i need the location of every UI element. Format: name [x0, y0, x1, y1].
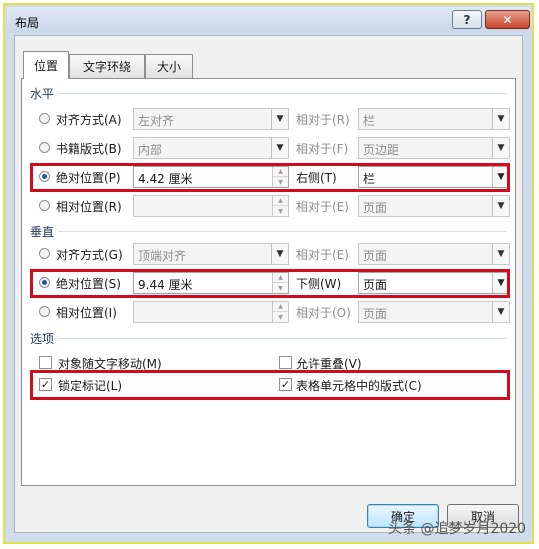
- vertical-alignment-relative-label: 相对于(E): [296, 248, 349, 262]
- vertical-alignment-value: 顶端对齐: [138, 249, 187, 263]
- vertical-alignment-row: 对齐方式(G) 顶端对齐 ▼ 相对于(E) 页面 ▼: [22, 242, 515, 266]
- spin-down-icon[interactable]: ▼: [273, 206, 288, 216]
- section-divider: [58, 231, 507, 232]
- horizontal-alignment-relative-select[interactable]: 栏 ▼: [358, 108, 510, 130]
- allow-overlap-checkbox[interactable]: [279, 356, 292, 369]
- horizontal-alignment-label: 对齐方式(A): [56, 113, 122, 127]
- title-bar: 布局 ? ✕: [7, 7, 530, 33]
- highlight-box-horizontal-absolute: [30, 163, 510, 192]
- vertical-relative-row: 相对位置(I) ▲ ▼ 相对于(O) 页面 ▼: [22, 300, 515, 324]
- vertical-relative-radio[interactable]: [39, 306, 50, 317]
- chevron-down-icon: ▼: [271, 138, 288, 158]
- options-section-label: 选项: [30, 332, 55, 346]
- highlight-box-options: [30, 370, 510, 400]
- horizontal-relative-label: 相对位置(R): [56, 200, 122, 214]
- book-layout-relative-label: 相对于(F): [296, 142, 349, 156]
- chevron-down-icon: ▼: [492, 109, 509, 129]
- move-with-text-checkbox[interactable]: [39, 356, 52, 369]
- close-button[interactable]: ✕: [485, 10, 530, 29]
- vertical-relative-relative-value: 页面: [363, 307, 388, 321]
- vertical-relative-relative-label: 相对于(O): [296, 306, 351, 320]
- dialog-title: 布局: [15, 16, 40, 30]
- tab-size[interactable]: 大小: [145, 54, 193, 78]
- vertical-alignment-relative-select[interactable]: 页面 ▼: [358, 243, 510, 265]
- section-divider: [58, 338, 507, 339]
- horizontal-alignment-value: 左对齐: [138, 114, 175, 128]
- vertical-alignment-select[interactable]: 顶端对齐 ▼: [133, 243, 289, 265]
- spinner-buttons[interactable]: ▲ ▼: [272, 302, 288, 322]
- horizontal-relative-radio[interactable]: [39, 200, 50, 211]
- section-divider: [58, 93, 507, 94]
- spinner-buttons[interactable]: ▲ ▼: [272, 196, 288, 216]
- chevron-down-icon: ▼: [271, 109, 288, 129]
- dialog-body: 位置 文字环绕 大小 水平 对齐方式(A) 左对齐 ▼ 相对于(R) 栏 ▼ 书…: [14, 35, 523, 533]
- position-panel: 水平 对齐方式(A) 左对齐 ▼ 相对于(R) 栏 ▼ 书籍版式(B) 内部 ▼…: [21, 78, 516, 486]
- vertical-section-label: 垂直: [30, 225, 55, 239]
- horizontal-relative-relative-select[interactable]: 页面 ▼: [358, 195, 510, 217]
- vertical-alignment-label: 对齐方式(G): [56, 248, 123, 262]
- vertical-relative-label: 相对位置(I): [56, 306, 117, 320]
- book-layout-label: 书籍版式(B): [56, 142, 122, 156]
- vertical-relative-spinner[interactable]: ▲ ▼: [133, 301, 289, 323]
- book-layout-row: 书籍版式(B) 内部 ▼ 相对于(F) 页边距 ▼: [22, 136, 515, 160]
- horizontal-relative-row: 相对位置(R) ▲ ▼ 相对于(E) 页面 ▼: [22, 194, 515, 218]
- spin-down-icon[interactable]: ▼: [273, 312, 288, 322]
- help-button[interactable]: ?: [452, 10, 482, 29]
- horizontal-alignment-radio[interactable]: [39, 113, 50, 124]
- vertical-alignment-radio[interactable]: [39, 248, 50, 259]
- horizontal-relative-spinner[interactable]: ▲ ▼: [133, 195, 289, 217]
- chevron-down-icon: ▼: [492, 196, 509, 216]
- chevron-down-icon: ▼: [492, 138, 509, 158]
- chevron-down-icon: ▼: [271, 244, 288, 264]
- vertical-relative-relative-select[interactable]: 页面 ▼: [358, 301, 510, 323]
- book-layout-radio[interactable]: [39, 142, 50, 153]
- chevron-down-icon: ▼: [492, 244, 509, 264]
- tab-position[interactable]: 位置: [23, 51, 69, 79]
- book-layout-value: 内部: [138, 143, 163, 157]
- book-layout-select[interactable]: 内部 ▼: [133, 137, 289, 159]
- horizontal-alignment-relative-label: 相对于(R): [296, 113, 350, 127]
- dialog-frame: 布局 ? ✕ 位置 文字环绕 大小 水平 对齐方式(A) 左对齐 ▼ 相对于(R…: [3, 3, 534, 544]
- spin-up-icon[interactable]: ▲: [273, 196, 288, 206]
- horizontal-relative-relative-label: 相对于(E): [296, 200, 349, 214]
- horizontal-alignment-select[interactable]: 左对齐 ▼: [133, 108, 289, 130]
- horizontal-section-label: 水平: [30, 87, 55, 101]
- book-layout-relative-value: 页边距: [363, 143, 400, 157]
- vertical-alignment-relative-value: 页面: [363, 249, 388, 263]
- watermark: 头条 @追梦岁月2020: [388, 521, 527, 537]
- chevron-down-icon: ▼: [492, 302, 509, 322]
- horizontal-relative-relative-value: 页面: [363, 201, 388, 215]
- book-layout-relative-select[interactable]: 页边距 ▼: [358, 137, 510, 159]
- highlight-box-vertical-absolute: [30, 269, 510, 298]
- horizontal-alignment-row: 对齐方式(A) 左对齐 ▼ 相对于(R) 栏 ▼: [22, 107, 515, 131]
- spin-up-icon[interactable]: ▲: [273, 302, 288, 312]
- horizontal-alignment-relative-value: 栏: [363, 114, 376, 128]
- tab-text-wrapping[interactable]: 文字环绕: [69, 54, 145, 78]
